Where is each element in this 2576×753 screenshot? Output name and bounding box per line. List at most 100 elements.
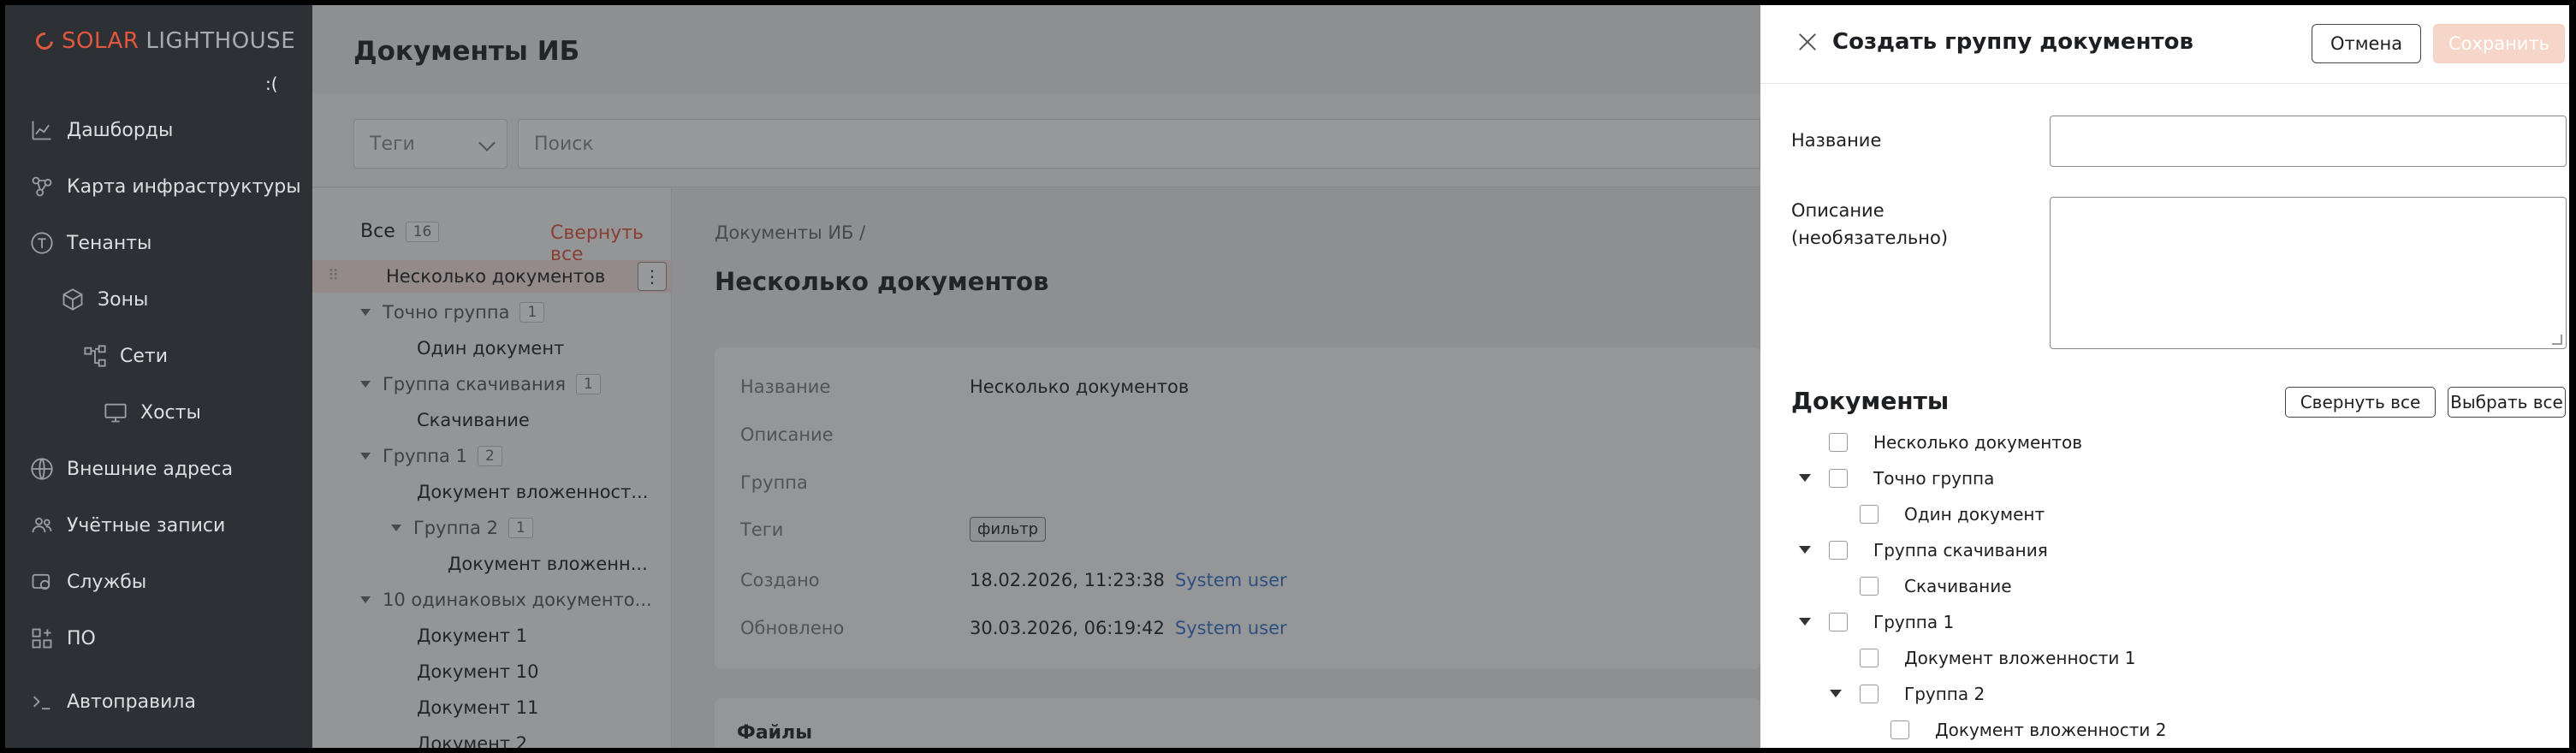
checkbox[interactable] — [1860, 685, 1879, 703]
caret-down-icon[interactable] — [391, 525, 401, 531]
tree-item-label: Документ 11 — [417, 697, 539, 718]
checkbox[interactable] — [1890, 720, 1909, 739]
doc-check-item[interactable]: Документ вложенности 2 — [1890, 715, 2167, 744]
logo-ring-icon — [32, 28, 57, 54]
tree-item[interactable]: Один документ — [417, 332, 564, 365]
select-all-button[interactable]: Выбрать все — [2448, 387, 2566, 418]
tree-item[interactable]: Документ 1 — [417, 620, 527, 652]
tree-item-label: Документ вложенн... — [448, 554, 648, 574]
doc-check-group[interactable]: Точно группа — [1829, 464, 1994, 493]
collapse-all-button[interactable]: Свернуть все — [2285, 387, 2436, 418]
tree-group[interactable]: 10 одинаковых документо... — [360, 584, 652, 616]
doc-check-group[interactable]: Группа 1 — [1829, 608, 1954, 637]
tags-select[interactable]: Теги — [353, 119, 507, 169]
app-window: SOLAR LIGHTHOUSE :( Дашборды Карта инфра… — [5, 5, 2569, 748]
sidebar-item-accounts[interactable]: Учётные записи — [29, 508, 225, 543]
checkbox[interactable] — [1829, 433, 1848, 452]
caret-down-icon[interactable] — [360, 309, 371, 316]
tree-item[interactable]: ⠿ Несколько документов ⋮ — [312, 260, 672, 293]
sidebar-item-software[interactable]: ПО — [29, 621, 96, 655]
user-link[interactable]: System user — [1175, 570, 1287, 590]
sidebar-item-hosts[interactable]: Хосты — [103, 395, 201, 430]
field-row-name: Название Несколько документов — [740, 376, 1189, 397]
doc-check-item[interactable]: Документ вложенности 1 — [1860, 643, 2136, 673]
tree-group[interactable]: Группа 2 1 — [391, 512, 533, 544]
doc-check-group[interactable]: Группа скачивания — [1829, 536, 2048, 565]
tree-item[interactable]: Документ вложенност... — [417, 476, 648, 508]
caret-down-icon[interactable] — [1799, 474, 1811, 482]
field-value: 18.02.2026, 11:23:38 — [970, 570, 1165, 590]
checkbox[interactable] — [1829, 613, 1848, 631]
sidebar-item-networks[interactable]: Сети — [82, 339, 168, 373]
apps-icon — [29, 626, 55, 651]
count-badge: 2 — [477, 446, 502, 466]
monitor-icon — [103, 400, 128, 425]
sidebar-item-label: Тенанты — [67, 232, 152, 254]
checkbox[interactable] — [1860, 577, 1879, 596]
caret-down-icon[interactable] — [1799, 618, 1811, 626]
tree-item-label: 10 одинаковых документо... — [383, 590, 652, 610]
sidebar-item-label: Автоправила — [67, 691, 196, 713]
name-field[interactable] — [2050, 116, 2567, 167]
doc-check-item[interactable]: Несколько документов — [1829, 428, 2082, 457]
sidebar-item-label: Дашборды — [67, 119, 174, 141]
network-icon — [82, 343, 108, 369]
sidebar-item-zones[interactable]: Зоны — [60, 282, 148, 317]
field-label: Название — [740, 376, 831, 397]
checkbox[interactable] — [1860, 649, 1879, 667]
user-link[interactable]: System user — [1175, 618, 1287, 638]
files-card: Файлы — [715, 698, 1760, 748]
checkbox[interactable] — [1860, 505, 1879, 524]
checkbox[interactable] — [1829, 469, 1848, 488]
caret-down-icon[interactable] — [360, 596, 371, 603]
sidebar-item-label: Карта инфраструктуры — [67, 175, 301, 198]
sidebar-item-autorules[interactable]: Автоправила — [29, 685, 196, 719]
tree-item[interactable]: Скачивание — [417, 404, 530, 436]
description-field[interactable] — [2050, 197, 2567, 349]
tag-chip[interactable]: фильтр — [970, 517, 1047, 542]
tree-item[interactable]: Документ вложенн... — [448, 548, 648, 580]
field-row-updated: Обновлено 30.03.2026, 06:19:42 System us… — [740, 618, 1287, 638]
network-map-icon — [29, 174, 55, 199]
tree-all-header[interactable]: Все 16 — [360, 221, 440, 242]
sidebar-item-infra-map[interactable]: Карта инфраструктуры — [29, 169, 301, 204]
tree-group[interactable]: Группа 1 2 — [360, 440, 502, 472]
cube-icon — [60, 287, 86, 312]
sidebar-item-tenants[interactable]: Тенанты — [29, 226, 151, 260]
caret-down-icon[interactable] — [360, 381, 371, 388]
tree-group[interactable]: Группа скачивания 1 — [360, 368, 601, 400]
status-indicator[interactable]: :( — [265, 74, 278, 94]
doc-check-item[interactable]: Один документ — [1860, 500, 2045, 529]
sidebar-item-services[interactable]: Службы — [29, 565, 146, 599]
tags-select-placeholder: Теги — [370, 133, 415, 155]
description-label-line-2: (необязательно) — [1791, 228, 1949, 248]
doc-check-group[interactable]: Группа 2 — [1860, 679, 1985, 709]
tree-item-label: Документ 1 — [417, 626, 528, 646]
close-icon[interactable] — [1795, 29, 1820, 55]
doc-check-item[interactable]: Скачивание — [1860, 572, 2012, 601]
cancel-button[interactable]: Отмена — [2312, 24, 2421, 63]
collapse-all-link[interactable]: Свернуть все — [550, 222, 671, 265]
caret-down-icon[interactable] — [1830, 690, 1842, 697]
drag-handle-icon[interactable]: ⠿ — [328, 267, 339, 285]
chevron-down-icon — [478, 134, 496, 151]
tree-item[interactable]: Документ 11 — [417, 691, 539, 724]
resize-handle-icon[interactable] — [2552, 335, 2562, 345]
search-input[interactable]: Поиск — [518, 119, 1760, 169]
globe-icon — [29, 456, 55, 482]
save-button[interactable]: Сохранить — [2433, 24, 2565, 63]
checkbox[interactable] — [1829, 541, 1848, 560]
chart-line-icon — [29, 117, 55, 143]
tree-item-label: Точно группа — [383, 302, 510, 323]
logo: SOLAR LIGHTHOUSE — [32, 28, 295, 54]
sidebar-item-label: ПО — [67, 627, 96, 649]
tree-group[interactable]: Точно группа 1 — [360, 296, 545, 329]
sidebar-item-dashboards[interactable]: Дашборды — [29, 113, 173, 147]
caret-down-icon[interactable] — [360, 453, 371, 460]
tree-item[interactable]: Документ 2 — [417, 727, 527, 748]
tree-item[interactable]: Документ 10 — [417, 655, 539, 688]
breadcrumb[interactable]: Документы ИБ / — [715, 222, 865, 243]
caret-down-icon[interactable] — [1799, 546, 1811, 554]
more-menu-button[interactable]: ⋮ — [638, 262, 667, 291]
sidebar-item-external-addresses[interactable]: Внешние адреса — [29, 452, 233, 486]
